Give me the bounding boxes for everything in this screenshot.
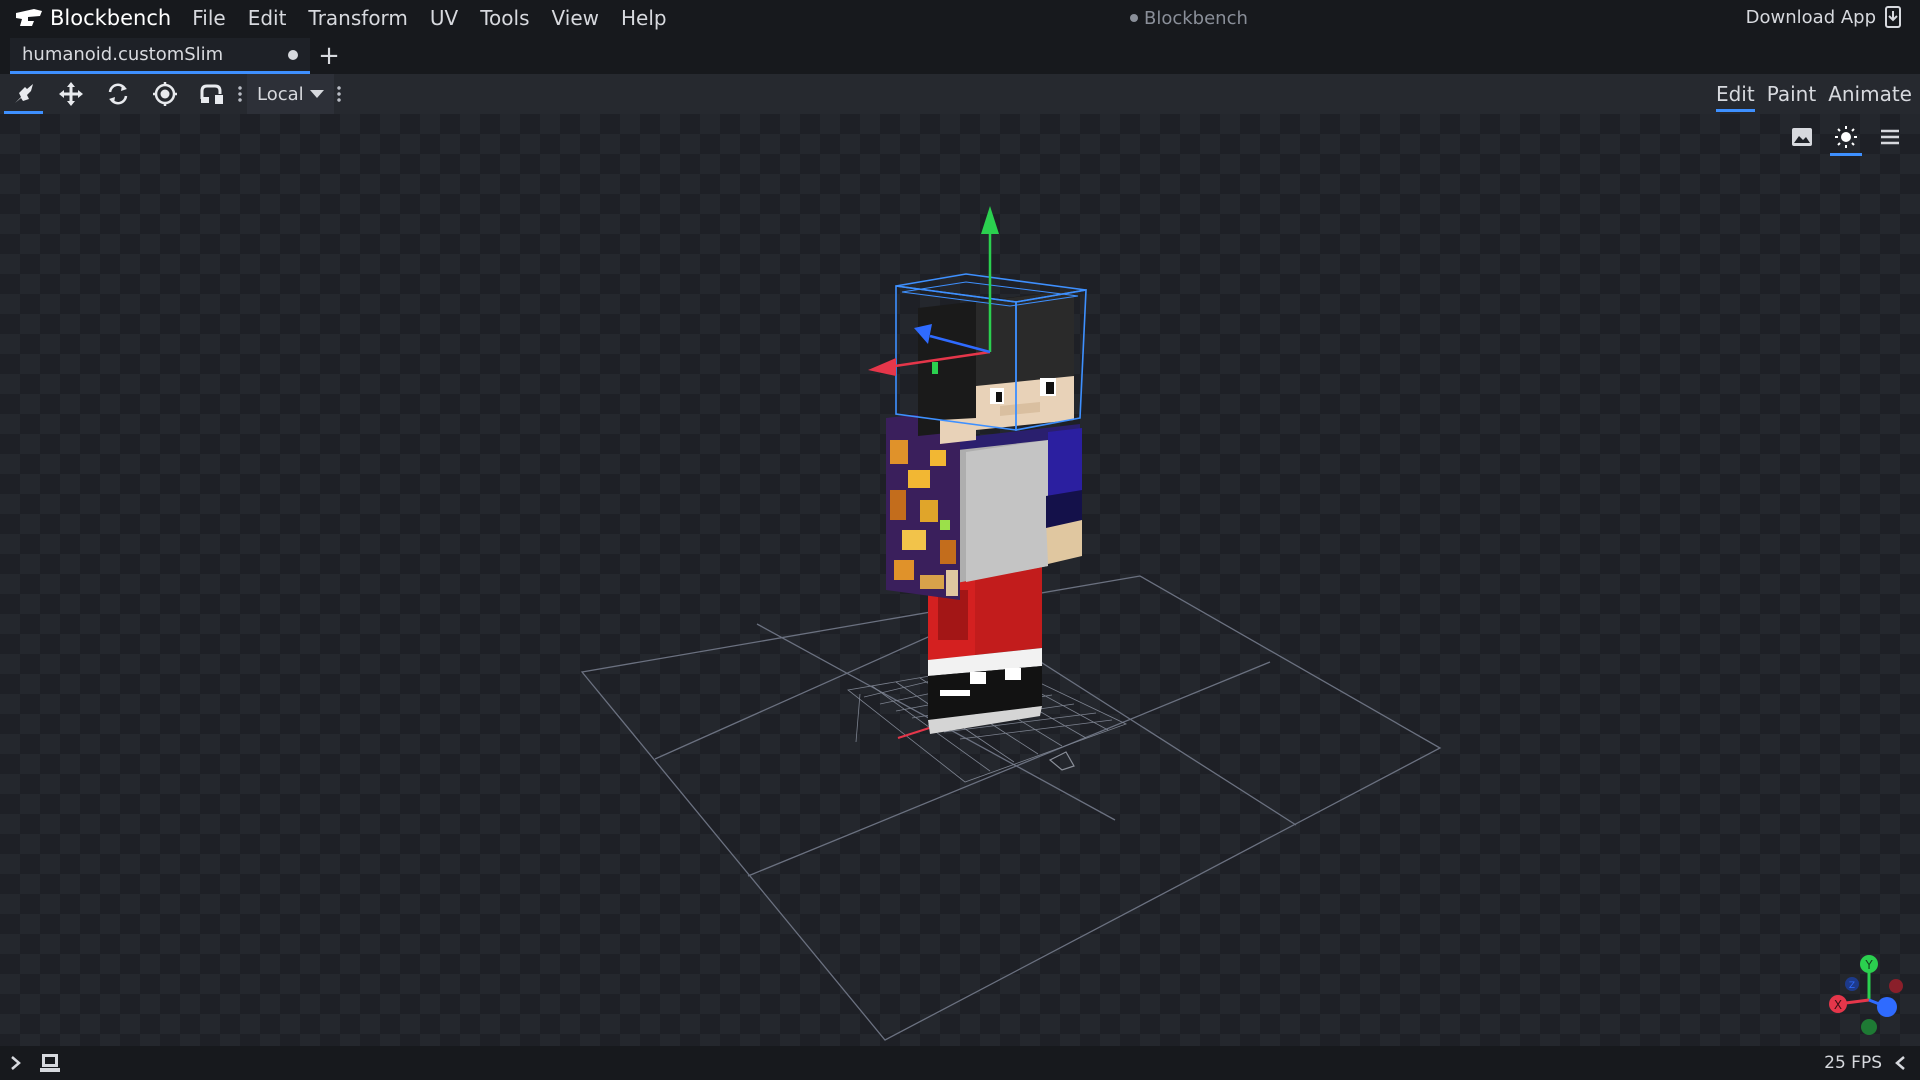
character-model[interactable] xyxy=(886,273,1087,734)
menu-view[interactable]: View xyxy=(541,0,610,36)
mode-tab-animate[interactable]: Animate xyxy=(1828,74,1912,114)
grab-cursor-icon xyxy=(1048,751,1075,771)
chevron-right-icon xyxy=(11,1056,21,1070)
view-axis-neg-y[interactable] xyxy=(1861,1019,1877,1035)
status-display-button[interactable] xyxy=(32,1052,68,1074)
transform-space-select[interactable]: Local xyxy=(247,74,334,114)
gizmo-y-arrow[interactable] xyxy=(981,206,999,234)
pivot-icon xyxy=(152,82,177,106)
mode-tab-edit[interactable]: Edit xyxy=(1715,74,1755,114)
window-title: Blockbench xyxy=(1130,0,1248,36)
move-tool-button[interactable] xyxy=(47,74,94,114)
toolbar-overflow-handle[interactable] xyxy=(235,74,245,114)
tab-label: humanoid.customSlim xyxy=(22,44,224,65)
download-app-button[interactable]: Download App xyxy=(1746,0,1902,34)
download-icon xyxy=(1885,6,1901,28)
tab-humanoid-customslim[interactable]: humanoid.customSlim xyxy=(10,38,310,74)
menu-bar: Blockbench File Edit Transform UV Tools … xyxy=(0,0,1920,36)
menu-uv[interactable]: UV xyxy=(419,0,469,36)
fps-counter: 25 FPS xyxy=(1824,1053,1882,1073)
gizmo-x-arrow[interactable] xyxy=(868,358,896,376)
vertex-snap-tool-button[interactable] xyxy=(0,74,47,114)
chevron-left-icon xyxy=(1895,1056,1905,1070)
tab-bar: humanoid.customSlim + xyxy=(0,36,1920,74)
screenshot-button[interactable] xyxy=(1780,118,1824,156)
rotate-icon xyxy=(108,83,127,105)
scene-canvas[interactable]: Y X Z xyxy=(0,114,1920,1046)
menu-help[interactable]: Help xyxy=(610,0,678,36)
menu-tools[interactable]: Tools xyxy=(469,0,540,36)
unsaved-indicator xyxy=(1130,14,1138,22)
menu-file[interactable]: File xyxy=(181,0,236,36)
view-axis-z-label: Z xyxy=(1849,981,1855,991)
view-orientation-gizmo[interactable]: Y X Z xyxy=(1829,955,1903,1035)
transform-space-value: Local xyxy=(257,83,304,105)
toolbar-menu-handle[interactable] xyxy=(334,74,344,114)
status-collapse-button[interactable] xyxy=(1888,1046,1912,1080)
preview-viewport[interactable]: Y X Z xyxy=(0,114,1920,1046)
menu-edit[interactable]: Edit xyxy=(237,0,298,36)
app-name: Blockbench xyxy=(50,6,172,30)
resize-tool-button[interactable] xyxy=(188,74,235,114)
download-app-label: Download App xyxy=(1745,6,1876,28)
view-axis-y-label: Y xyxy=(1864,958,1873,972)
new-tab-button[interactable]: + xyxy=(310,38,348,74)
monitor-icon xyxy=(40,1054,60,1072)
lighting-toggle-button[interactable] xyxy=(1824,118,1868,156)
app-logo[interactable]: Blockbench xyxy=(14,0,181,36)
view-axis-z[interactable] xyxy=(1877,997,1897,1017)
resize-icon xyxy=(200,84,223,104)
rotate-tool-button[interactable] xyxy=(94,74,141,114)
image-icon xyxy=(1792,128,1812,146)
status-expand-button[interactable] xyxy=(0,1054,32,1072)
chevron-down-icon xyxy=(309,90,324,98)
toolbar: Local Edit Paint Animate xyxy=(0,74,1920,114)
status-bar: 25 FPS xyxy=(0,1046,1920,1080)
sun-icon xyxy=(1835,126,1857,148)
view-axis-x-label: X xyxy=(1834,998,1842,1012)
gizmo-plane-handle[interactable] xyxy=(932,362,938,374)
vertex-snap-icon xyxy=(14,84,33,103)
mode-tab-paint[interactable]: Paint xyxy=(1767,74,1817,114)
pivot-tool-button[interactable] xyxy=(141,74,188,114)
viewport-menu-button[interactable] xyxy=(1868,118,1912,156)
blockbench-logo-icon xyxy=(16,9,42,26)
menu-transform[interactable]: Transform xyxy=(297,0,418,36)
view-axis-neg-x[interactable] xyxy=(1889,979,1903,993)
tab-unsaved-dot[interactable] xyxy=(288,49,298,60)
viewport-controls xyxy=(1780,118,1912,156)
move-icon xyxy=(58,82,83,106)
mode-selector: Edit Paint Animate xyxy=(1704,74,1912,114)
window-title-text: Blockbench xyxy=(1144,7,1248,29)
hamburger-menu-icon xyxy=(1881,129,1899,145)
